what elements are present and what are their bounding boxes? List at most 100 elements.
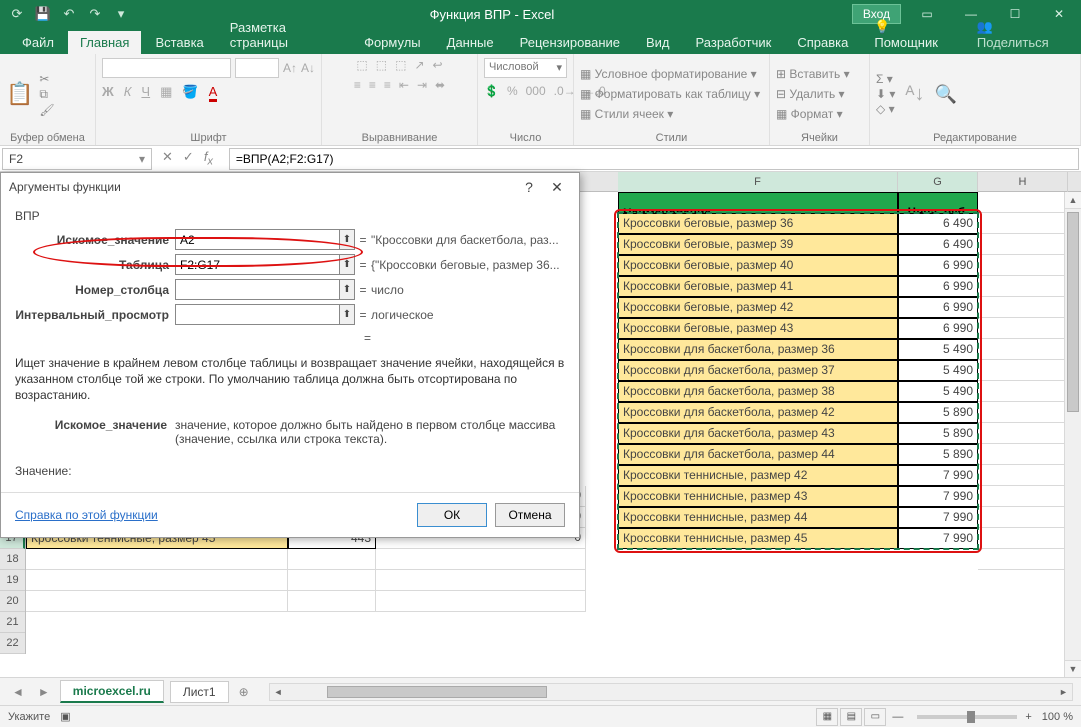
lookup-price-13[interactable]: 7 990 xyxy=(898,486,978,507)
sort-filter-icon[interactable]: ᴬ↓ xyxy=(905,83,924,106)
arg-input-field-3[interactable] xyxy=(176,308,339,322)
new-sheet-icon[interactable]: ⊕ xyxy=(235,685,253,699)
comma-style-icon[interactable]: 000 xyxy=(526,84,546,98)
arg-input-field-1[interactable] xyxy=(176,258,339,272)
find-select-icon[interactable]: 🔍 xyxy=(934,84,956,105)
arg-input-1[interactable]: ⬆ xyxy=(175,254,355,275)
empty-a-18[interactable] xyxy=(26,549,288,570)
italic-button[interactable]: К xyxy=(124,84,132,102)
tab-file[interactable]: Файл xyxy=(10,31,66,54)
lookup-price-12[interactable]: 7 990 xyxy=(898,465,978,486)
merge-icon[interactable]: ⬌ xyxy=(435,78,445,92)
lookup-name-14[interactable]: Кроссовки теннисные, размер 44 xyxy=(618,507,898,528)
lookup-price-1[interactable]: 6 490 xyxy=(898,234,978,255)
cell-h-15[interactable] xyxy=(978,507,1068,528)
zoom-slider[interactable] xyxy=(917,715,1017,719)
fill-color-icon[interactable]: 🪣 xyxy=(182,84,198,102)
lookup-name-15[interactable]: Кроссовки теннисные, размер 45 xyxy=(618,528,898,549)
font-family-dropdown[interactable] xyxy=(102,58,231,78)
indent-less-icon[interactable]: ⇤ xyxy=(399,78,409,92)
cell-h-17[interactable] xyxy=(978,549,1068,570)
lookup-name-6[interactable]: Кроссовки для баскетбола, размер 36 xyxy=(618,339,898,360)
row-header-22[interactable]: 22 xyxy=(0,633,25,654)
qat-dropdown-icon[interactable]: ▾ xyxy=(110,3,132,25)
font-size-dropdown[interactable] xyxy=(235,58,279,78)
sheet-nav-next-icon[interactable]: ► xyxy=(34,685,54,699)
align-top-icon[interactable]: ⬚ xyxy=(356,58,367,72)
range-picker-icon[interactable]: ⬆ xyxy=(339,305,354,324)
underline-button[interactable]: Ч xyxy=(141,84,150,102)
empty-b-20[interactable] xyxy=(288,591,376,612)
cell-h-16[interactable] xyxy=(978,528,1068,549)
lookup-price-5[interactable]: 6 990 xyxy=(898,318,978,339)
tab-help[interactable]: Справка xyxy=(785,31,860,54)
lookup-name-11[interactable]: Кроссовки для баскетбола, размер 44 xyxy=(618,444,898,465)
cell-h-8[interactable] xyxy=(978,360,1068,381)
tab-review[interactable]: Рецензирование xyxy=(508,31,632,54)
cell-h-11[interactable] xyxy=(978,423,1068,444)
cell-h-1[interactable] xyxy=(978,213,1068,234)
lookup-name-3[interactable]: Кроссовки беговые, размер 41 xyxy=(618,276,898,297)
indent-more-icon[interactable]: ⇥ xyxy=(417,78,427,92)
lookup-name-1[interactable]: Кроссовки беговые, размер 39 xyxy=(618,234,898,255)
cell-h-13[interactable] xyxy=(978,465,1068,486)
lookup-price-9[interactable]: 5 890 xyxy=(898,402,978,423)
range-picker-icon[interactable]: ⬆ xyxy=(339,230,354,249)
lookup-price-3[interactable]: 6 990 xyxy=(898,276,978,297)
scroll-left-icon[interactable]: ◄ xyxy=(270,687,287,697)
format-as-table-button[interactable]: ▦ Форматировать как таблицу ▾ xyxy=(580,87,760,101)
lookup-name-2[interactable]: Кроссовки беговые, размер 40 xyxy=(618,255,898,276)
column-header-G[interactable]: G xyxy=(898,172,978,194)
tab-data[interactable]: Данные xyxy=(435,31,506,54)
align-middle-icon[interactable]: ⬚ xyxy=(376,58,387,72)
tab-home[interactable]: Главная xyxy=(68,31,141,54)
range-picker-icon[interactable]: ⬆ xyxy=(339,255,354,274)
lookup-name-9[interactable]: Кроссовки для баскетбола, размер 42 xyxy=(618,402,898,423)
lookup-price-14[interactable]: 7 990 xyxy=(898,507,978,528)
cell-h-3[interactable] xyxy=(978,255,1068,276)
cell-h-0[interactable] xyxy=(978,192,1068,213)
zoom-out-icon[interactable]: — xyxy=(892,711,903,723)
dialog-help-icon[interactable]: ? xyxy=(515,175,543,199)
lookup-name-5[interactable]: Кроссовки беговые, размер 43 xyxy=(618,318,898,339)
column-header-F[interactable]: F xyxy=(618,172,898,194)
lookup-name-8[interactable]: Кроссовки для баскетбола, размер 38 xyxy=(618,381,898,402)
decrease-font-icon[interactable]: A↓ xyxy=(301,61,315,75)
cell-h-6[interactable] xyxy=(978,318,1068,339)
cell-h-4[interactable] xyxy=(978,276,1068,297)
cell-h-2[interactable] xyxy=(978,234,1068,255)
fill-icon[interactable]: ⬇ ▾ xyxy=(876,87,895,101)
paste-button[interactable]: 📋 xyxy=(6,81,33,107)
copy-icon[interactable]: ⧉ xyxy=(39,87,54,102)
sheet-tab-active[interactable]: microexcel.ru xyxy=(60,680,164,703)
cancel-formula-icon[interactable]: ✕ xyxy=(162,149,173,168)
lookup-name-10[interactable]: Кроссовки для баскетбола, размер 43 xyxy=(618,423,898,444)
align-center-icon[interactable]: ≡ xyxy=(369,78,376,92)
empty-c-20[interactable] xyxy=(376,591,586,612)
lookup-price-2[interactable]: 6 990 xyxy=(898,255,978,276)
zoom-thumb[interactable] xyxy=(967,711,975,723)
lookup-name-7[interactable]: Кроссовки для баскетбола, размер 37 xyxy=(618,360,898,381)
border-icon[interactable]: ▦ xyxy=(160,84,172,102)
range-picker-icon[interactable]: ⬆ xyxy=(339,280,354,299)
clear-icon[interactable]: ◇ ▾ xyxy=(876,102,895,116)
conditional-formatting-button[interactable]: ▦ Условное форматирование ▾ xyxy=(580,67,760,81)
format-cells-button[interactable]: ▦ Формат ▾ xyxy=(776,107,850,121)
sheet-tab-other[interactable]: Лист1 xyxy=(170,681,229,703)
lookup-price-4[interactable]: 6 990 xyxy=(898,297,978,318)
align-left-icon[interactable]: ≡ xyxy=(354,78,361,92)
align-bottom-icon[interactable]: ⬚ xyxy=(395,58,406,72)
lookup-name-12[interactable]: Кроссовки теннисные, размер 42 xyxy=(618,465,898,486)
save-icon[interactable]: 💾 xyxy=(32,3,54,25)
empty-b-18[interactable] xyxy=(288,549,376,570)
dialog-close-icon[interactable]: ✕ xyxy=(543,175,571,199)
empty-c-18[interactable] xyxy=(376,549,586,570)
cell-h-5[interactable] xyxy=(978,297,1068,318)
currency-icon[interactable]: 💲 xyxy=(484,84,499,98)
row-header-19[interactable]: 19 xyxy=(0,570,25,591)
arg-input-field-2[interactable] xyxy=(176,283,339,297)
font-color-icon[interactable]: A xyxy=(209,84,218,102)
cell-h-10[interactable] xyxy=(978,402,1068,423)
wrap-text-icon[interactable]: ↩ xyxy=(433,58,443,72)
auto-save-icon[interactable]: ⟳ xyxy=(6,3,28,25)
